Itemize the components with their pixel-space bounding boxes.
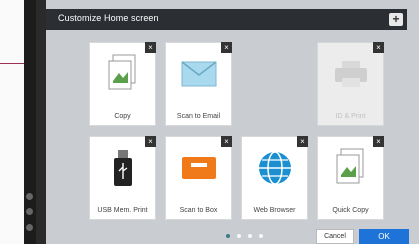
tile-label: ID & Print — [335, 113, 366, 120]
page-title: Customize Home screen — [58, 13, 159, 23]
tile-quick-copy[interactable]: Quick Copy × — [317, 136, 384, 220]
side-rail — [36, 0, 46, 244]
quick-copy-icon — [318, 143, 383, 193]
usb-icon — [90, 143, 155, 193]
remove-tile-usb-mem-print-button[interactable]: × — [145, 136, 156, 147]
screen-header: Customize Home screen + — [46, 9, 407, 30]
add-tile-button[interactable]: + — [389, 13, 403, 26]
tile-copy[interactable]: Copy × — [89, 42, 156, 126]
box-icon — [166, 143, 231, 193]
remove-tile-copy-button[interactable]: × — [145, 42, 156, 53]
remove-tile-quick-copy-button[interactable]: × — [373, 136, 384, 147]
printer-icon — [318, 49, 383, 99]
device-bezel — [24, 0, 36, 244]
tile-label: USB Mem. Print — [97, 207, 148, 214]
tile-label: Quick Copy — [332, 207, 369, 214]
help-icon[interactable] — [26, 224, 33, 231]
page-dot[interactable] — [259, 234, 263, 238]
globe-icon — [242, 143, 307, 193]
tile-label: Scan to Email — [176, 113, 221, 120]
user-icon[interactable] — [26, 208, 33, 215]
page-dot[interactable] — [248, 234, 252, 238]
cancel-button[interactable]: Cancel — [316, 229, 354, 244]
copy-icon — [90, 49, 155, 99]
tile-label: Copy — [114, 113, 131, 120]
ok-button[interactable]: OK — [359, 229, 409, 244]
tile-usb-mem-print[interactable]: USB Mem. Print × — [89, 136, 156, 220]
remove-tile-web-browser-button[interactable]: × — [297, 136, 308, 147]
tile-label: Web Browser — [253, 207, 296, 214]
tile-id-print[interactable]: ID & Print × — [317, 42, 384, 126]
remove-tile-scan-to-email-button[interactable]: × — [221, 42, 232, 53]
envelope-icon — [166, 49, 231, 99]
page-indicator — [226, 234, 263, 238]
remove-tile-scan-to-box-button[interactable]: × — [221, 136, 232, 147]
tile-scan-to-email[interactable]: Scan to Email × — [165, 42, 232, 126]
tile-web-browser[interactable]: Web Browser × — [241, 136, 308, 220]
page-dot[interactable] — [237, 234, 241, 238]
remove-tile-id-print-button[interactable]: × — [373, 42, 384, 53]
settings-icon[interactable] — [26, 193, 33, 200]
page-dot[interactable] — [226, 234, 230, 238]
tile-label: Scan to Box — [179, 207, 218, 214]
tile-scan-to-box[interactable]: Scan to Box × — [165, 136, 232, 220]
home-screen-editor: Customize Home screen + Copy × Scan to E… — [36, 0, 419, 244]
